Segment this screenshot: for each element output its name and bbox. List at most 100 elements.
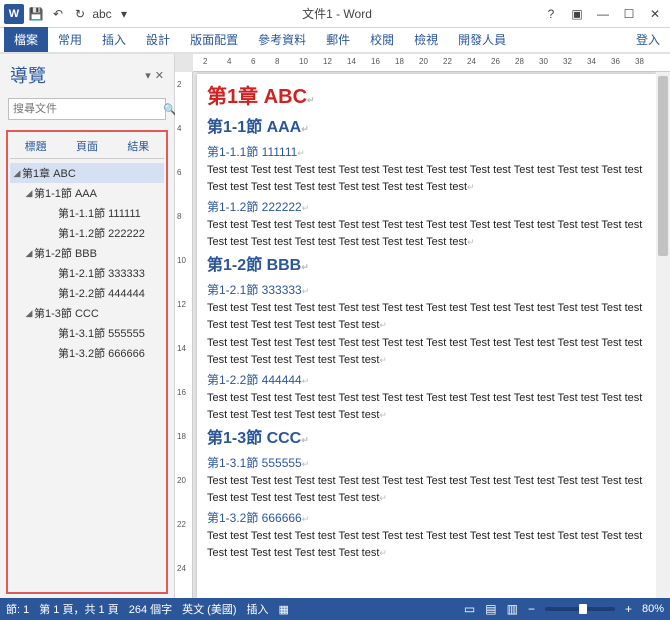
outline-item-label: 第1-2.1節 333333 [58,265,145,281]
minimize-icon[interactable]: — [592,7,614,21]
page[interactable]: 第1章 ABC↵ 第1-1節 AAA↵ 第1-1.1節 111111↵ Test… [197,74,656,598]
outline-item[interactable]: ◢第1-3節 CCC [10,303,164,323]
tab-mailings[interactable]: 郵件 [316,27,360,52]
tab-layout[interactable]: 版面配置 [180,27,248,52]
scrollbar-vertical[interactable] [656,72,670,598]
status-insert-mode[interactable]: 插入 [247,601,269,617]
outline-item-label: 第1-2.2節 444444 [58,285,145,301]
outline-item[interactable]: ◢第1章 ABC [10,163,164,183]
zoom-slider[interactable] [545,607,615,611]
tree-twisty-icon[interactable]: ◢ [24,248,34,259]
window-controls: ? ▣ — ☐ ✕ [540,7,666,21]
view-web-icon[interactable]: ▥ [507,602,518,616]
redo-icon[interactable]: ↻ [70,4,90,24]
outline-item[interactable]: 第1-1.2節 222222 [10,223,164,243]
word-icon[interactable]: W [4,4,24,24]
search-input[interactable] [9,103,159,115]
tab-insert[interactable]: 插入 [92,27,136,52]
macro-icon[interactable]: ▦ [279,603,289,616]
status-section[interactable]: 節: 1 [6,601,29,617]
tab-file[interactable]: 檔案 [4,27,48,52]
outline-item[interactable]: 第1-3.1節 555555 [10,323,164,343]
nav-search[interactable]: 🔍 [8,98,166,120]
outline-item-label: 第1-1節 AAA [34,185,97,201]
undo-icon[interactable]: ↶ [48,4,68,24]
tab-references[interactable]: 參考資料 [248,27,316,52]
nav-outline-box: 標題 頁面 結果 ◢第1章 ABC◢第1-1節 AAA第1-1.1節 11111… [6,130,168,594]
heading-1-3-1: 第1-3.1節 555555↵ [207,454,646,472]
ruler-horizontal[interactable]: 2468101214161820222426283032343638 [193,54,670,72]
outline-item[interactable]: ◢第1-2節 BBB [10,243,164,263]
outline-item-label: 第1-3.1節 555555 [58,325,145,341]
status-language[interactable]: 英文 (美國) [182,601,236,617]
quick-access-toolbar: W 💾 ↶ ↻ abc ▾ [4,4,134,24]
tree-twisty-icon[interactable]: ◢ [24,188,34,199]
outline-item-label: 第1章 ABC [22,165,76,181]
title-bar: W 💾 ↶ ↻ abc ▾ 文件1 - Word ? ▣ — ☐ ✕ [0,0,670,28]
outline-item-label: 第1-1.1節 111111 [58,205,141,221]
heading-ch1: 第1章 ABC↵ [207,82,646,112]
view-print-icon[interactable]: ▤ [485,602,496,616]
document-area: 2468101214161820222426283032343638 24681… [175,54,670,598]
nav-tab-headings[interactable]: 標題 [10,134,61,158]
heading-1-2-2: 第1-2.2節 444444↵ [207,371,646,389]
maximize-icon[interactable]: ☐ [618,7,640,21]
scrollbar-thumb[interactable] [658,76,668,256]
ribbon: 檔案 常用 插入 設計 版面配置 參考資料 郵件 校閱 檢視 開發人員 登入 [0,28,670,54]
ribbon-display-icon[interactable]: ▣ [566,7,588,21]
tree-twisty-icon[interactable]: ◢ [12,168,22,179]
help-icon[interactable]: ? [540,7,562,21]
outline-item-label: 第1-2節 BBB [34,245,97,261]
spellcheck-icon[interactable]: abc [92,4,112,24]
window-title: 文件1 - Word [134,5,540,22]
para: Test test Test test Test test Test test … [207,300,646,333]
zoom-in-icon[interactable]: + [625,602,632,616]
outline-item[interactable]: ◢第1-1節 AAA [10,183,164,203]
outline-item-label: 第1-1.2節 222222 [58,225,145,241]
tree-twisty-icon[interactable]: ◢ [24,308,34,319]
para: Test test Test test Test test Test test … [207,162,646,195]
nav-tab-pages[interactable]: 頁面 [61,134,112,158]
outline-item[interactable]: 第1-1.1節 111111 [10,203,164,223]
zoom-percent[interactable]: 80% [642,603,664,615]
outline-item-label: 第1-3節 CCC [34,305,99,321]
para: Test test Test test Test test Test test … [207,473,646,506]
outline-item-label: 第1-3.2節 666666 [58,345,145,361]
heading-1-2: 第1-2節 BBB↵ [207,254,646,278]
para: Test test Test test Test test Test test … [207,390,646,423]
outline-tree: ◢第1章 ABC◢第1-1節 AAA第1-1.1節 111111第1-1.2節 … [10,163,164,363]
nav-tab-results[interactable]: 結果 [113,134,164,158]
status-bar: 節: 1 第 1 頁，共 1 頁 264 個字 英文 (美國) 插入 ▦ ▭ ▤… [0,598,670,620]
heading-1-1-2: 第1-1.2節 222222↵ [207,198,646,216]
ruler-vertical[interactable]: 24681012141618202224 [175,72,193,598]
status-word-count[interactable]: 264 個字 [129,601,172,617]
navigation-pane: 導覽 ▾ ✕ 🔍 標題 頁面 結果 ◢第1章 ABC◢第1-1節 AAA第1-1… [0,54,175,598]
qat-dropdown-icon[interactable]: ▾ [114,4,134,24]
outline-item[interactable]: 第1-2.2節 444444 [10,283,164,303]
nav-title: 導覽 [10,62,46,88]
heading-1-2-1: 第1-2.1節 333333↵ [207,281,646,299]
tab-design[interactable]: 設計 [136,27,180,52]
outline-item[interactable]: 第1-3.2節 666666 [10,343,164,363]
status-page[interactable]: 第 1 頁，共 1 頁 [39,601,118,617]
para: Test test Test test Test test Test test … [207,217,646,250]
tab-view[interactable]: 檢視 [404,27,448,52]
main-area: 導覽 ▾ ✕ 🔍 標題 頁面 結果 ◢第1章 ABC◢第1-1節 AAA第1-1… [0,54,670,598]
tab-review[interactable]: 校閱 [360,27,404,52]
outline-item[interactable]: 第1-2.1節 333333 [10,263,164,283]
heading-1-1: 第1-1節 AAA↵ [207,116,646,140]
zoom-out-icon[interactable]: − [528,602,535,616]
save-icon[interactable]: 💾 [26,4,46,24]
signin-link[interactable]: 登入 [630,27,666,52]
nav-menu-icon[interactable]: ▾ [145,69,151,82]
tab-developer[interactable]: 開發人員 [448,27,516,52]
close-icon[interactable]: ✕ [644,7,666,21]
para: Test test Test test Test test Test test … [207,335,646,368]
view-read-icon[interactable]: ▭ [464,602,475,616]
heading-1-3-2: 第1-3.2節 666666↵ [207,509,646,527]
heading-1-3: 第1-3節 CCC↵ [207,427,646,451]
tab-home[interactable]: 常用 [48,27,92,52]
heading-1-1-1: 第1-1.1節 111111↵ [207,143,646,161]
zoom-knob[interactable] [579,604,587,614]
nav-close-icon[interactable]: ✕ [155,69,164,82]
